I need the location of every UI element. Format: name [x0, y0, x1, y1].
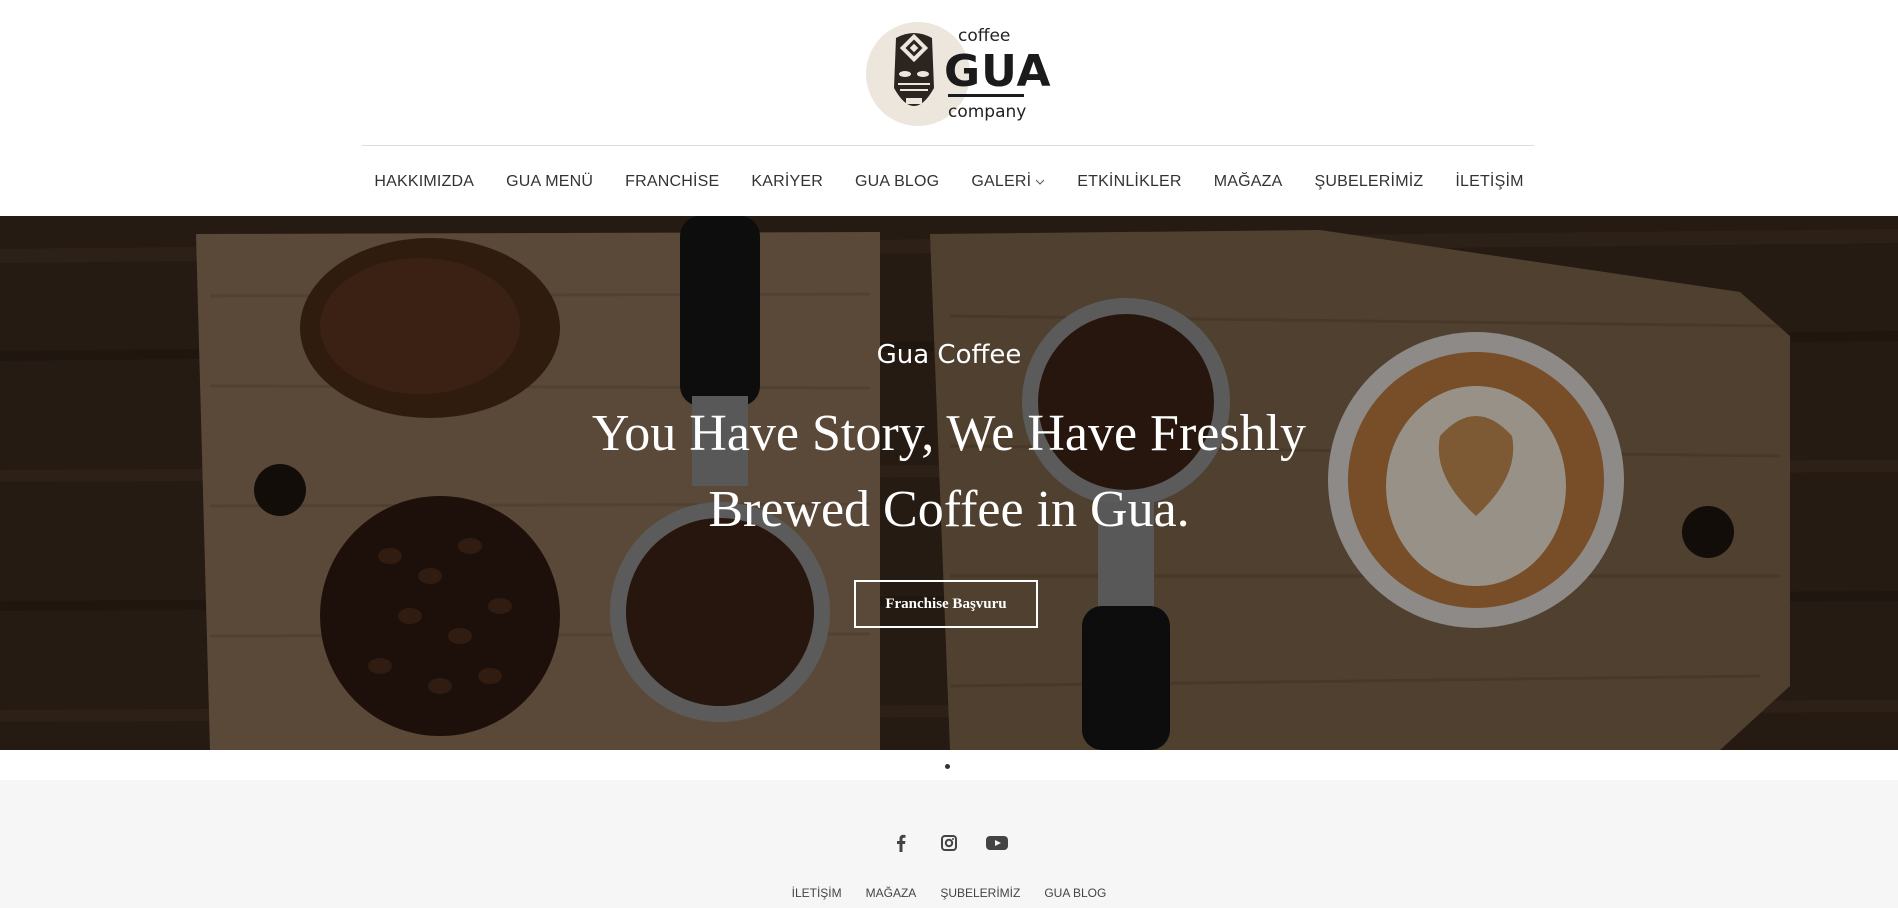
site-header: coffee GUA company HAKKIMIZDA GUA MENÜ F… [0, 0, 1898, 216]
header-divider [362, 145, 1534, 146]
nav-item-kariyer[interactable]: KARİYER [735, 164, 839, 200]
nav-item-subelerimiz[interactable]: ŞUBELERİMİZ [1298, 164, 1439, 200]
nav-item-galeri-label: GALERİ [971, 173, 1032, 190]
hero-title: You Have Story, We Have Freshly Brewed C… [549, 396, 1349, 548]
nav-item-etkinlikler[interactable]: ETKİNLİKLER [1061, 164, 1197, 200]
nav-item-iletisim[interactable]: İLETİŞİM [1439, 164, 1539, 200]
hero-slider: Gua Coffee You Have Story, We Have Fresh… [0, 216, 1898, 750]
slider-dot-active[interactable] [945, 764, 950, 769]
hero-title-line-1: You Have Story, We Have Freshly [591, 405, 1307, 462]
logo-bottom-word: company [948, 102, 1027, 122]
hero-eyebrow: Gua Coffee [876, 340, 1022, 370]
nav-item-hakkimizda[interactable]: HAKKIMIZDA [358, 164, 490, 200]
mask-icon [894, 33, 934, 111]
nav-item-magaza[interactable]: MAĞAZA [1198, 164, 1299, 200]
nav-item-gua-blog[interactable]: GUA BLOG [839, 164, 955, 200]
nav-item-galeri[interactable]: GALERİ [955, 164, 1061, 200]
franchise-apply-button[interactable]: Franchise Başvuru [854, 580, 1038, 628]
footer-link-iletisim[interactable]: İLETİŞİM [780, 886, 854, 900]
social-links [0, 832, 1898, 854]
footer-link-magaza[interactable]: MAĞAZA [854, 886, 929, 900]
hero-title-line-2: Brewed Coffee in Gua. [708, 481, 1190, 538]
footer-link-gua-blog[interactable]: GUA BLOG [1032, 886, 1118, 900]
brand-logo[interactable]: coffee GUA company [866, 18, 1051, 128]
nav-item-franchise[interactable]: FRANCHİSE [609, 164, 735, 200]
facebook-icon[interactable] [890, 832, 912, 854]
logo-underline [948, 94, 1024, 97]
footer-links: İLETİŞİM MAĞAZA ŞUBELERİMİZ GUA BLOG [0, 886, 1898, 900]
site-footer: İLETİŞİM MAĞAZA ŞUBELERİMİZ GUA BLOG [0, 780, 1898, 908]
logo-main-word: GUA [944, 46, 1052, 97]
footer-link-subelerimiz[interactable]: ŞUBELERİMİZ [928, 886, 1032, 900]
slider-pagination [0, 750, 1898, 780]
nav-item-gua-menu[interactable]: GUA MENÜ [490, 164, 609, 200]
instagram-icon[interactable] [938, 832, 960, 854]
main-nav: HAKKIMIZDA GUA MENÜ FRANCHİSE KARİYER GU… [0, 164, 1898, 200]
chevron-down-icon [1035, 179, 1045, 185]
logo-top-word: coffee [958, 26, 1011, 46]
youtube-icon[interactable] [986, 832, 1008, 854]
